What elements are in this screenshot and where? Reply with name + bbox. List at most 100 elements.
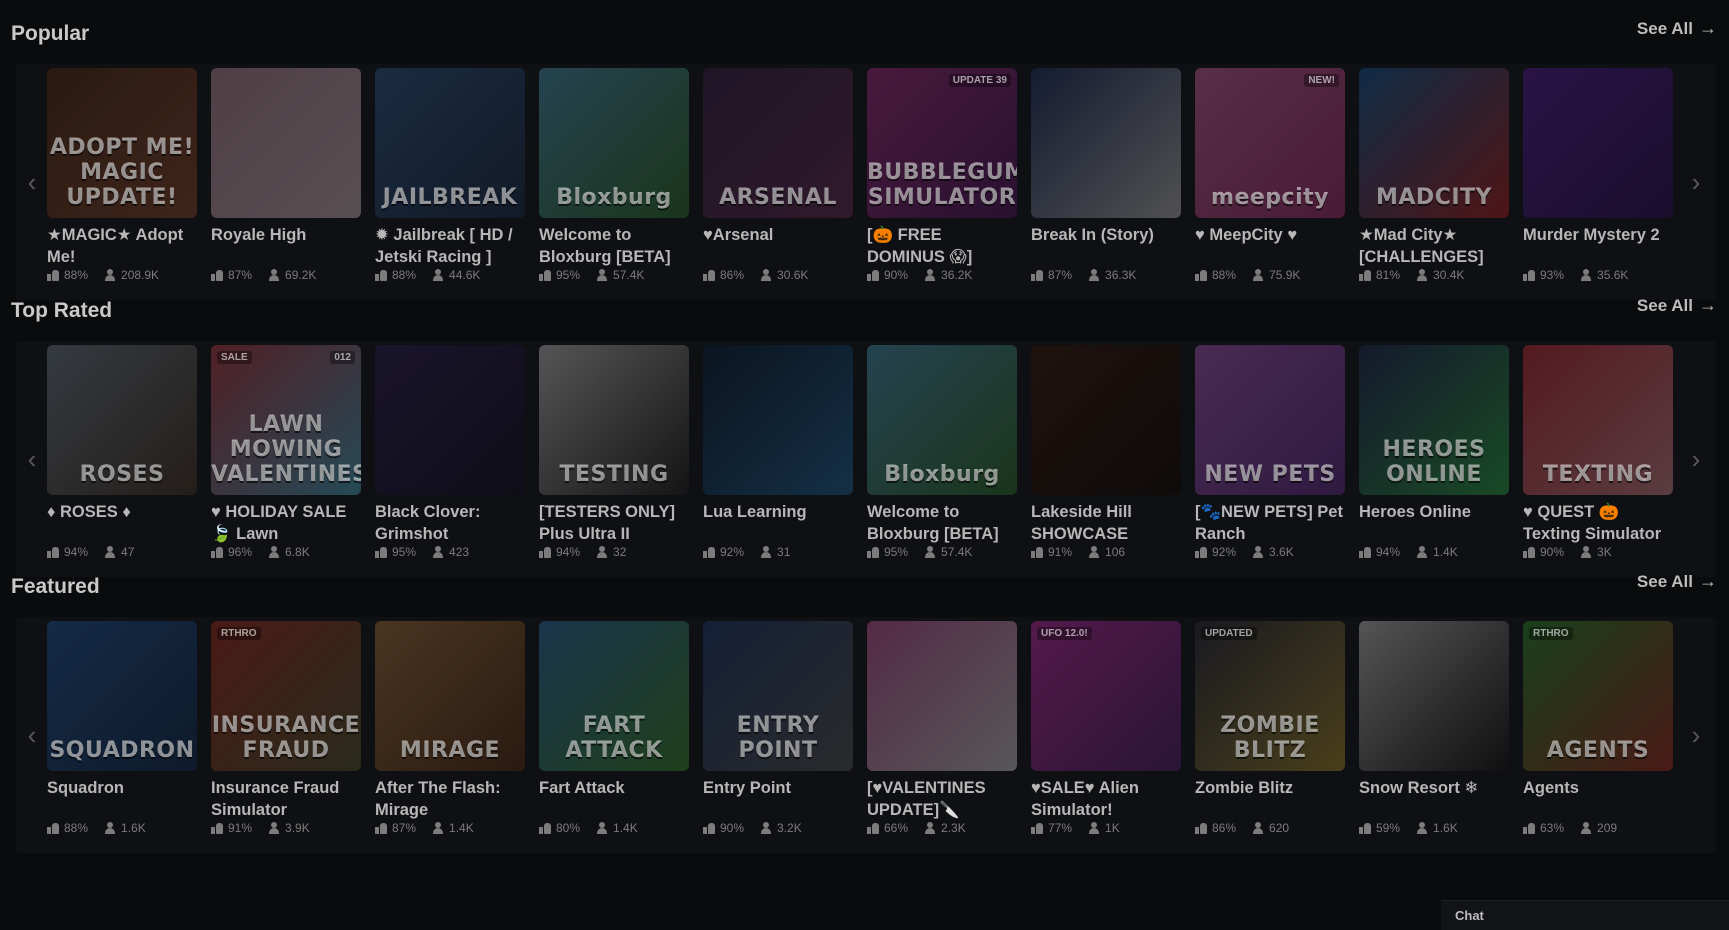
game-title[interactable]: Squadron [47,777,197,821]
game-thumbnail[interactable] [211,68,361,218]
game-title[interactable]: Snow Resort ❄ [1359,777,1509,821]
game-thumbnail[interactable] [703,345,853,495]
game-card[interactable]: TESTING [TESTERS ONLY] Plus Ultra II 94% 32 [539,345,689,559]
game-title[interactable]: ♥ QUEST 🎃 Texting Simulator [1523,501,1673,545]
game-thumbnail[interactable]: ROSES [47,345,197,495]
game-thumbnail[interactable]: ARSENAL [703,68,853,218]
game-card[interactable]: Bloxburg Welcome to Bloxburg [BETA] 95% 57.… [539,68,689,282]
game-title[interactable]: ♥ MeepCity ♥ [1195,224,1345,268]
game-title[interactable]: Heroes Online [1359,501,1509,545]
chevron-left-icon[interactable]: ‹ [14,617,50,853]
game-thumbnail[interactable]: MIRAGE [375,621,525,771]
game-title[interactable]: Black Clover: Grimshot [375,501,525,545]
chevron-right-icon[interactable]: › [1678,64,1714,300]
game-card[interactable]: meepcity NEW! ♥ MeepCity ♥ 88% 75.9K [1195,68,1345,282]
game-thumbnail[interactable]: INSURANCE FRAUD RTHRO [211,621,361,771]
game-title[interactable]: Royale High [211,224,361,268]
game-card[interactable]: Snow Resort ❄ 59% 1.6K [1359,621,1509,835]
game-card[interactable]: Lua Learning 92% 31 [703,345,853,559]
game-title[interactable]: ♥Arsenal [703,224,853,268]
game-card[interactable]: Black Clover: Grimshot 95% 423 [375,345,525,559]
game-card[interactable]: AGENTS RTHRO Agents 63% 209 [1523,621,1673,835]
game-title[interactable]: [🐾NEW PETS] Pet Ranch [1195,501,1345,545]
game-card[interactable]: ROSES ♦ ROSES ♦ 94% 47 [47,345,197,559]
game-title[interactable]: After The Flash: Mirage [375,777,525,821]
game-thumbnail[interactable]: JAILBREAK [375,68,525,218]
game-thumbnail[interactable] [1523,68,1673,218]
game-title[interactable]: ★MAGIC★ Adopt Me! [47,224,197,268]
game-thumbnail[interactable] [867,621,1017,771]
game-card[interactable]: Bloxburg Welcome to Bloxburg [BETA] 95% 57.… [867,345,1017,559]
game-card[interactable]: FART ATTACK Fart Attack 80% 1.4K [539,621,689,835]
game-title[interactable]: Lakeside Hill SHOWCASE [1031,501,1181,545]
game-thumbnail[interactable]: ADOPT ME! MAGIC UPDATE! [47,68,197,218]
chat-bar[interactable]: Chat [1441,900,1729,930]
game-card[interactable]: TEXTING ♥ QUEST 🎃 Texting Simulator 90% 3K [1523,345,1673,559]
game-thumbnail[interactable] [1031,345,1181,495]
game-card[interactable]: JAILBREAK ✹ Jailbreak [ HD / Jetski Racin… [375,68,525,282]
game-thumbnail[interactable]: BUBBLEGUM SIMULATOR UPDATE 39 [867,68,1017,218]
game-title[interactable]: ♥SALE♥ Alien Simulator! [1031,777,1181,821]
game-thumbnail[interactable]: HEROES ONLINE [1359,345,1509,495]
game-card[interactable]: ARSENAL ♥Arsenal 86% 30.6K [703,68,853,282]
chevron-right-icon[interactable]: › [1678,617,1714,853]
game-card[interactable]: NEW PETS [🐾NEW PETS] Pet Ranch 92% 3.6K [1195,345,1345,559]
game-title[interactable]: ★Mad City★ [CHALLENGES] [1359,224,1509,268]
game-title[interactable]: Welcome to Bloxburg [BETA] [539,224,689,268]
game-title[interactable]: Welcome to Bloxburg [BETA] [867,501,1017,545]
game-title[interactable]: ♥ HOLIDAY SALE 🍃 Lawn [211,501,361,545]
game-title[interactable]: Break In (Story) [1031,224,1181,268]
game-title[interactable]: [TESTERS ONLY] Plus Ultra II [539,501,689,545]
game-title[interactable]: Zombie Blitz [1195,777,1345,821]
game-thumbnail[interactable] [1359,621,1509,771]
game-thumbnail[interactable]: Bloxburg [539,68,689,218]
game-card[interactable]: Royale High 87% 69.2K [211,68,361,282]
game-thumbnail[interactable]: ENTRY POINT [703,621,853,771]
game-card[interactable]: UFO 12.0! ♥SALE♥ Alien Simulator! 77% 1K [1031,621,1181,835]
game-title[interactable]: ✹ Jailbreak [ HD / Jetski Racing ] [375,224,525,268]
game-thumbnail[interactable]: meepcity NEW! [1195,68,1345,218]
game-card[interactable]: MIRAGE After The Flash: Mirage 87% 1.4K [375,621,525,835]
game-card[interactable]: ZOMBIE BLITZ UPDATED Zombie Blitz 86% 620 [1195,621,1345,835]
game-card[interactable]: BUBBLEGUM SIMULATOR UPDATE 39 [🎃 FREE DOMI… [867,68,1017,282]
game-thumbnail[interactable]: FART ATTACK [539,621,689,771]
game-title[interactable]: Agents [1523,777,1673,821]
game-title[interactable]: Entry Point [703,777,853,821]
see-all-link[interactable]: See All → [1637,295,1717,316]
game-thumbnail[interactable] [1031,68,1181,218]
game-card[interactable]: SQUADRON Squadron 88% 1.6K [47,621,197,835]
game-thumbnail[interactable]: TESTING [539,345,689,495]
chevron-left-icon[interactable]: ‹ [14,64,50,300]
game-title[interactable]: Lua Learning [703,501,853,545]
game-thumbnail[interactable]: MADCITY [1359,68,1509,218]
game-thumbnail[interactable]: NEW PETS [1195,345,1345,495]
see-all-link[interactable]: See All → [1637,571,1717,592]
see-all-link[interactable]: See All → [1637,18,1717,39]
game-card[interactable]: Murder Mystery 2 93% 35.6K [1523,68,1673,282]
game-card[interactable]: [♥VALENTINES UPDATE]🔪 66% 2.3K [867,621,1017,835]
game-thumbnail[interactable]: Bloxburg [867,345,1017,495]
game-title[interactable]: [♥VALENTINES UPDATE]🔪 [867,777,1017,821]
game-title[interactable]: Murder Mystery 2 [1523,224,1673,268]
game-title[interactable]: Fart Attack [539,777,689,821]
game-card[interactable]: LAWN MOWING VALENTINES 012 SALE ♥ HOLIDAY S… [211,345,361,559]
game-card[interactable]: Break In (Story) 87% 36.3K [1031,68,1181,282]
game-card[interactable]: ADOPT ME! MAGIC UPDATE! ★MAGIC★ Adopt Me!… [47,68,197,282]
game-card[interactable]: MADCITY ★Mad City★ [CHALLENGES] 81% 30.4K [1359,68,1509,282]
game-card[interactable]: INSURANCE FRAUD RTHRO Insurance Fraud Simu… [211,621,361,835]
game-thumbnail[interactable]: SQUADRON [47,621,197,771]
game-thumbnail[interactable]: UFO 12.0! [1031,621,1181,771]
game-thumbnail[interactable] [375,345,525,495]
chevron-right-icon[interactable]: › [1678,341,1714,577]
game-title[interactable]: ♦ ROSES ♦ [47,501,197,545]
game-card[interactable]: Lakeside Hill SHOWCASE 91% 106 [1031,345,1181,559]
game-thumbnail[interactable]: LAWN MOWING VALENTINES 012 SALE [211,345,361,495]
game-card[interactable]: HEROES ONLINE Heroes Online 94% 1.4K [1359,345,1509,559]
game-thumbnail[interactable]: ZOMBIE BLITZ UPDATED [1195,621,1345,771]
game-thumbnail[interactable]: AGENTS RTHRO [1523,621,1673,771]
chevron-left-icon[interactable]: ‹ [14,341,50,577]
game-card[interactable]: ENTRY POINT Entry Point 90% 3.2K [703,621,853,835]
game-title[interactable]: [🎃 FREE DOMINUS 😱] [867,224,1017,268]
game-title[interactable]: Insurance Fraud Simulator [211,777,361,821]
game-thumbnail[interactable]: TEXTING [1523,345,1673,495]
